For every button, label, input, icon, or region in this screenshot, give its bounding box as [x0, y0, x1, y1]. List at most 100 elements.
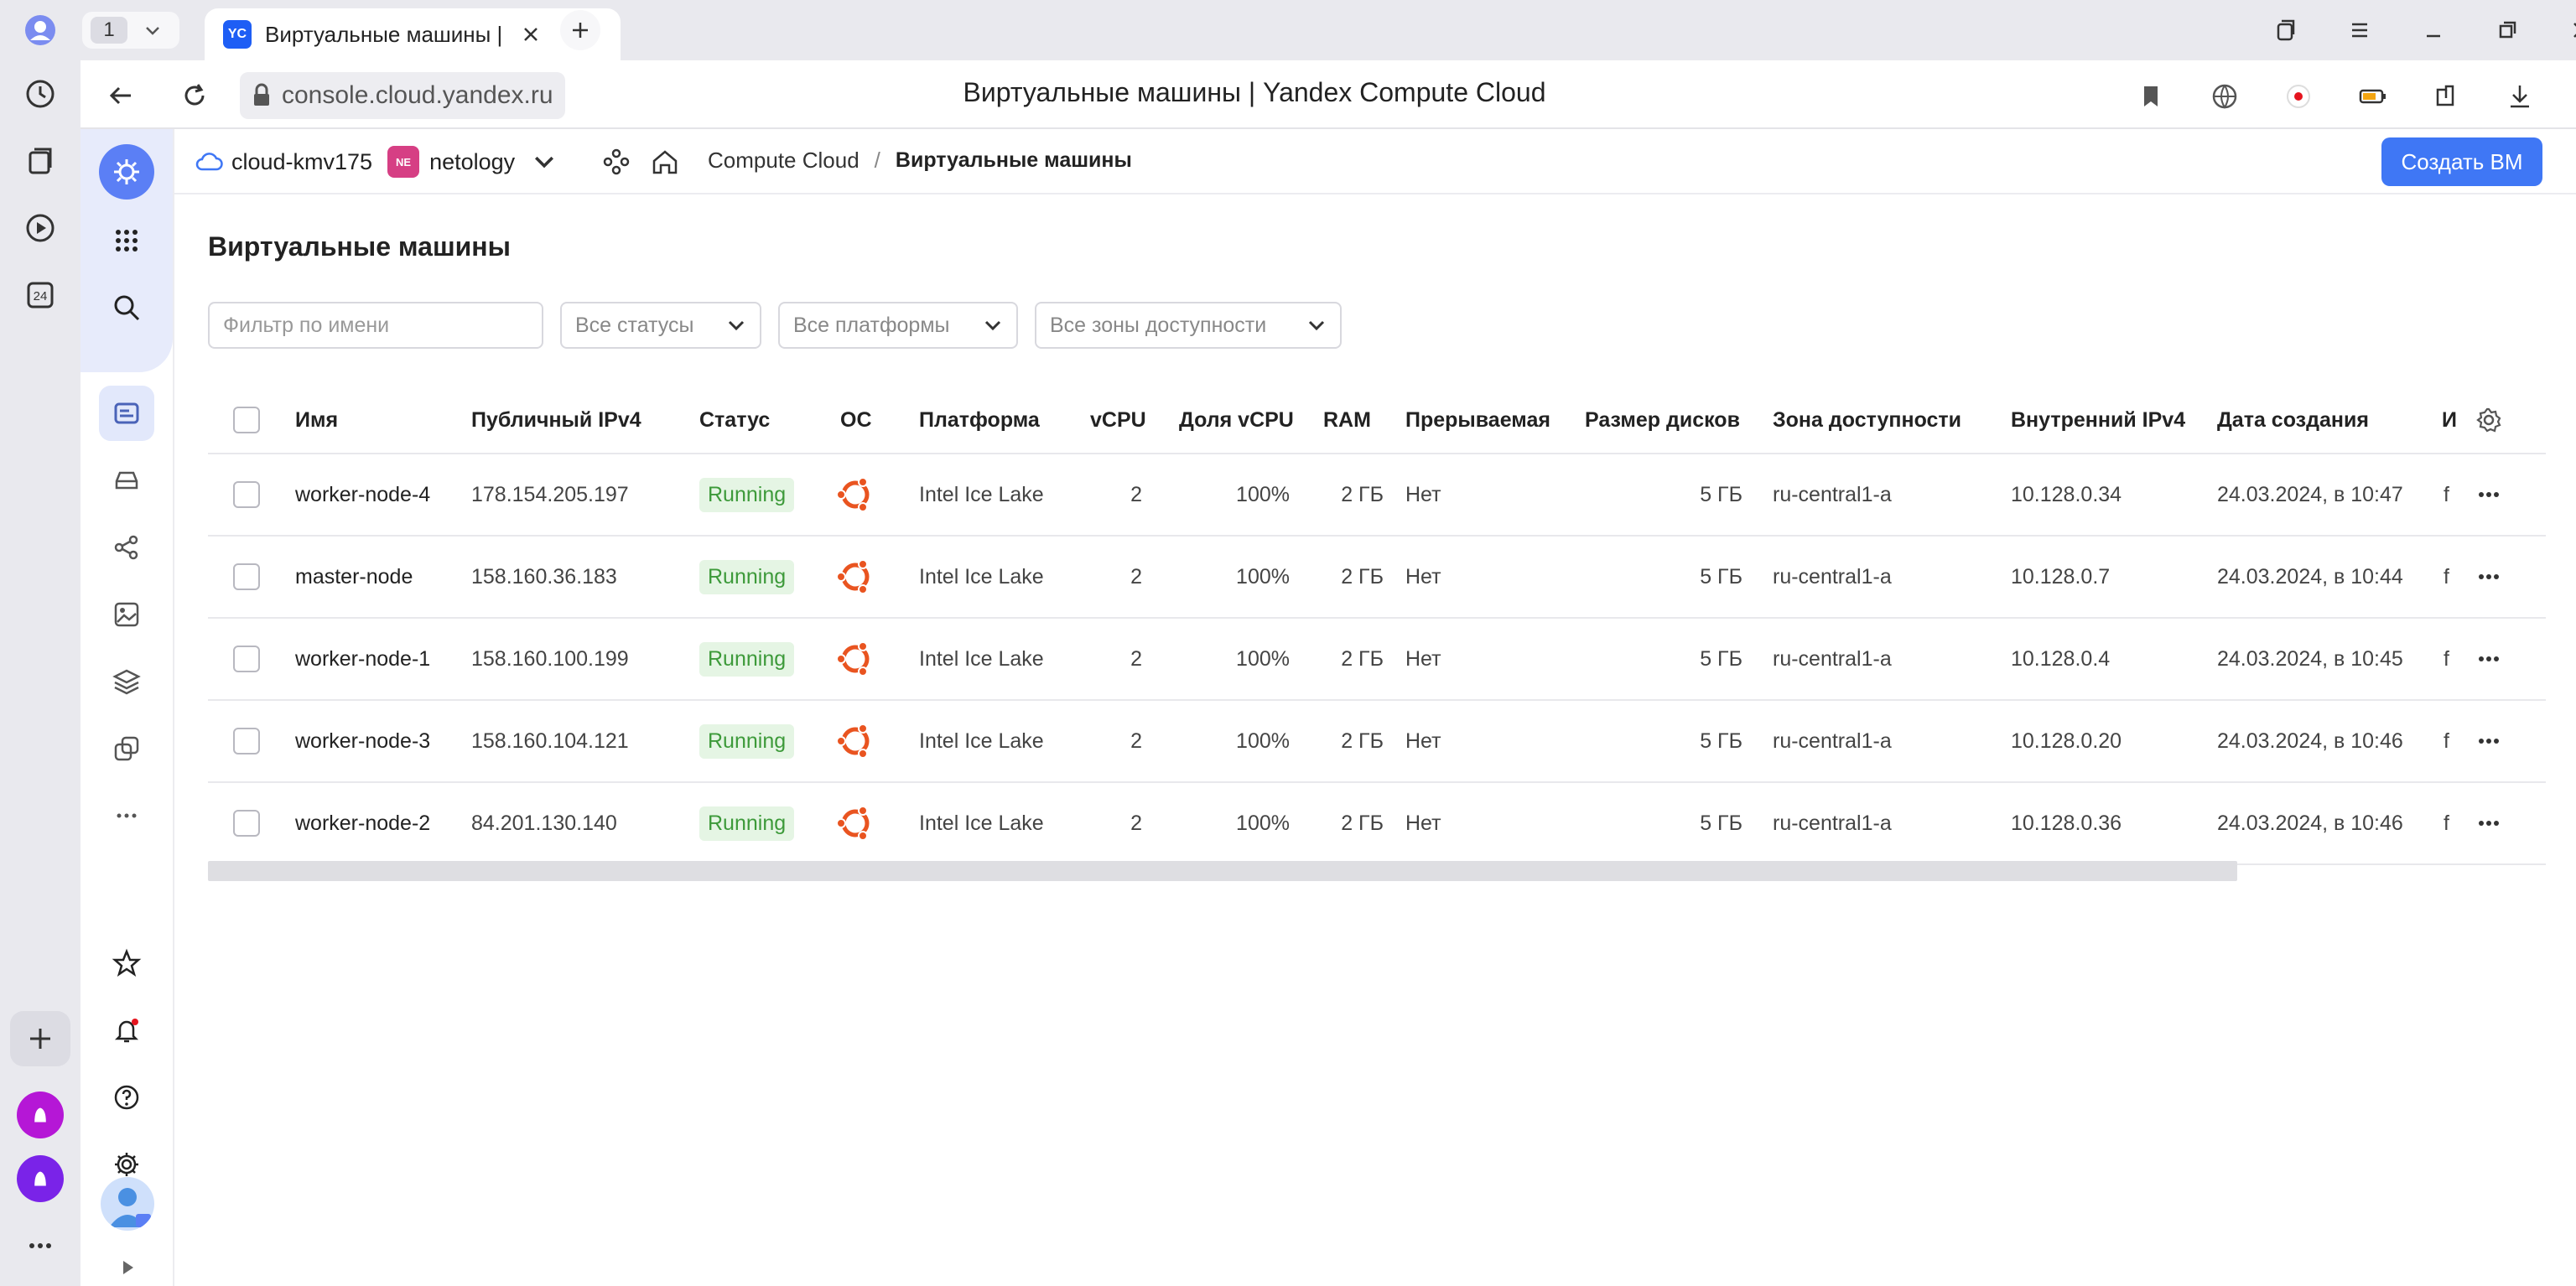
row-actions-menu-icon[interactable] [2474, 701, 2504, 781]
create-vm-button[interactable]: Создать ВМ [2381, 137, 2542, 186]
column-header[interactable]: Прерываемая [1405, 387, 1550, 453]
column-header[interactable]: Публичный IPv4 [471, 387, 641, 453]
column-header[interactable]: Статус [699, 387, 770, 453]
column-header[interactable]: vCPU [1090, 387, 1146, 453]
battery-icon[interactable] [2353, 77, 2392, 116]
horizontal-scrollbar[interactable] [208, 861, 2237, 881]
ram-cell: 2 ГБ [1341, 729, 1384, 753]
groups-nav-icon[interactable] [99, 520, 154, 575]
column-header[interactable]: ОС [840, 387, 872, 453]
restore-icon[interactable] [2489, 12, 2526, 49]
close-window-icon[interactable] [2563, 12, 2576, 49]
truncated-cell: f [2444, 811, 2449, 835]
column-header[interactable]: Размер дисков [1585, 387, 1740, 453]
row-actions-menu-icon[interactable] [2474, 537, 2504, 617]
alice-app-icon[interactable] [17, 1092, 64, 1138]
url-field[interactable]: console.cloud.yandex.ru [240, 72, 565, 119]
yandex-cloud-logo-icon[interactable] [99, 144, 154, 200]
service-map-icon[interactable] [600, 146, 632, 178]
created-date-cell: 24.03.2024, в 10:47 [2217, 482, 2403, 506]
platform-filter-select[interactable]: Все платформы [778, 302, 1018, 349]
row-checkbox-cell [233, 783, 260, 863]
column-settings-icon[interactable] [2474, 387, 2504, 453]
column-header[interactable]: Имя [295, 387, 338, 453]
record-icon[interactable] [2279, 77, 2318, 116]
vm-name-cell[interactable]: worker-node-3 [295, 701, 430, 781]
table-row[interactable]: worker-node-3 158.160.104.121 Running In… [208, 701, 2546, 783]
column-header[interactable]: Доля vCPU [1179, 387, 1294, 453]
expand-nav-icon[interactable] [116, 1256, 139, 1279]
row-checkbox[interactable] [233, 728, 260, 754]
cloud-folder-selector[interactable]: cloud-kmv175 NE netology [195, 146, 558, 178]
vm-name-cell[interactable]: master-node [295, 537, 413, 617]
search-icon[interactable] [99, 280, 154, 335]
bookmark-icon[interactable] [2132, 77, 2170, 116]
rail-badge-text: 24 [34, 289, 48, 303]
profile-icon[interactable] [17, 7, 64, 54]
tab-counter[interactable]: 1 [82, 12, 179, 49]
status-badge: Running [699, 641, 795, 677]
row-actions-menu-icon[interactable] [2474, 619, 2504, 699]
snapshots-nav-icon[interactable] [99, 654, 154, 709]
column-header[interactable]: Дата создания [2217, 387, 2369, 453]
column-header[interactable]: Зона доступности [1773, 387, 1961, 453]
user-avatar[interactable] [101, 1177, 154, 1231]
more-services-icon[interactable] [99, 788, 154, 843]
reload-button[interactable] [174, 75, 215, 116]
table-row[interactable]: master-node 158.160.36.183 Running Intel… [208, 537, 2546, 619]
status-filter-select[interactable]: Все статусы [560, 302, 761, 349]
history-icon[interactable] [17, 70, 64, 117]
tabs-manager-icon[interactable] [2267, 12, 2304, 49]
vm-name-cell[interactable]: worker-node-2 [295, 783, 430, 863]
placement-groups-nav-icon[interactable] [99, 721, 154, 776]
video-icon[interactable] [17, 205, 64, 251]
images-nav-icon[interactable] [99, 587, 154, 642]
row-actions-menu-icon[interactable] [2474, 454, 2504, 535]
column-header[interactable]: Внутренний IPv4 [2011, 387, 2185, 453]
vm-name-cell[interactable]: worker-node-4 [295, 454, 430, 535]
active-tab[interactable]: YC Виртуальные машины | Yandex Compute C… [205, 8, 621, 60]
zone-cell: ru-central1-a [1773, 564, 1892, 589]
close-icon[interactable] [518, 22, 543, 47]
collections-icon[interactable] [17, 137, 64, 184]
menu-icon[interactable] [2341, 12, 2378, 49]
breadcrumb-compute-cloud[interactable]: Compute Cloud [708, 148, 860, 174]
row-actions-menu-icon[interactable] [2474, 783, 2504, 863]
favorites-star-icon[interactable] [99, 936, 154, 991]
notifications-bell-icon[interactable] [99, 1003, 154, 1058]
table-row[interactable]: worker-node-1 158.160.100.199 Running In… [208, 619, 2546, 701]
extensions-icon[interactable] [2427, 77, 2465, 116]
vm-name-cell[interactable]: worker-node-1 [295, 619, 430, 699]
ubuntu-icon [834, 537, 875, 617]
zone-filter-select[interactable]: Все зоны доступности [1035, 302, 1342, 349]
row-checkbox[interactable] [233, 563, 260, 590]
back-button[interactable] [101, 75, 141, 116]
column-header[interactable]: И [2442, 387, 2457, 453]
news-24-icon[interactable]: 24 [17, 272, 64, 319]
globe-icon[interactable] [2205, 77, 2244, 116]
preemptible-cell: Нет [1405, 729, 1441, 753]
alice-assistant-icon[interactable] [17, 1155, 64, 1202]
row-checkbox[interactable] [233, 646, 260, 672]
virtual-machines-nav-icon[interactable] [99, 386, 154, 441]
status-cell: Running [699, 619, 795, 699]
download-icon[interactable] [2501, 77, 2539, 116]
home-icon[interactable] [649, 146, 681, 178]
name-filter-input[interactable]: Фильтр по имени [208, 302, 543, 349]
add-panel-button[interactable] [10, 1011, 70, 1066]
column-header[interactable]: Платформа [919, 387, 1040, 453]
help-icon[interactable] [99, 1070, 154, 1125]
more-dots-icon[interactable] [17, 1222, 64, 1269]
row-checkbox[interactable] [233, 481, 260, 508]
all-services-icon[interactable] [99, 213, 154, 268]
status-cell: Running [699, 701, 795, 781]
folder-name: netology [429, 148, 516, 174]
new-tab-button[interactable] [560, 10, 600, 50]
minimize-icon[interactable] [2415, 12, 2452, 49]
select-all-checkbox[interactable] [233, 407, 260, 433]
table-row[interactable]: worker-node-2 84.201.130.140 Running Int… [208, 783, 2546, 865]
disks-nav-icon[interactable] [99, 453, 154, 508]
row-checkbox[interactable] [233, 810, 260, 837]
column-header[interactable]: RAM [1323, 387, 1371, 453]
table-row[interactable]: worker-node-4 178.154.205.197 Running In… [208, 454, 2546, 537]
